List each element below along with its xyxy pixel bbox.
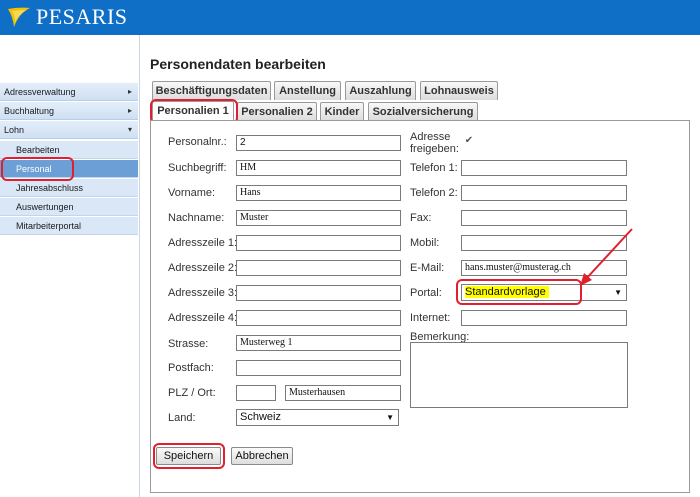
annotation-arrow-icon: [580, 228, 633, 286]
